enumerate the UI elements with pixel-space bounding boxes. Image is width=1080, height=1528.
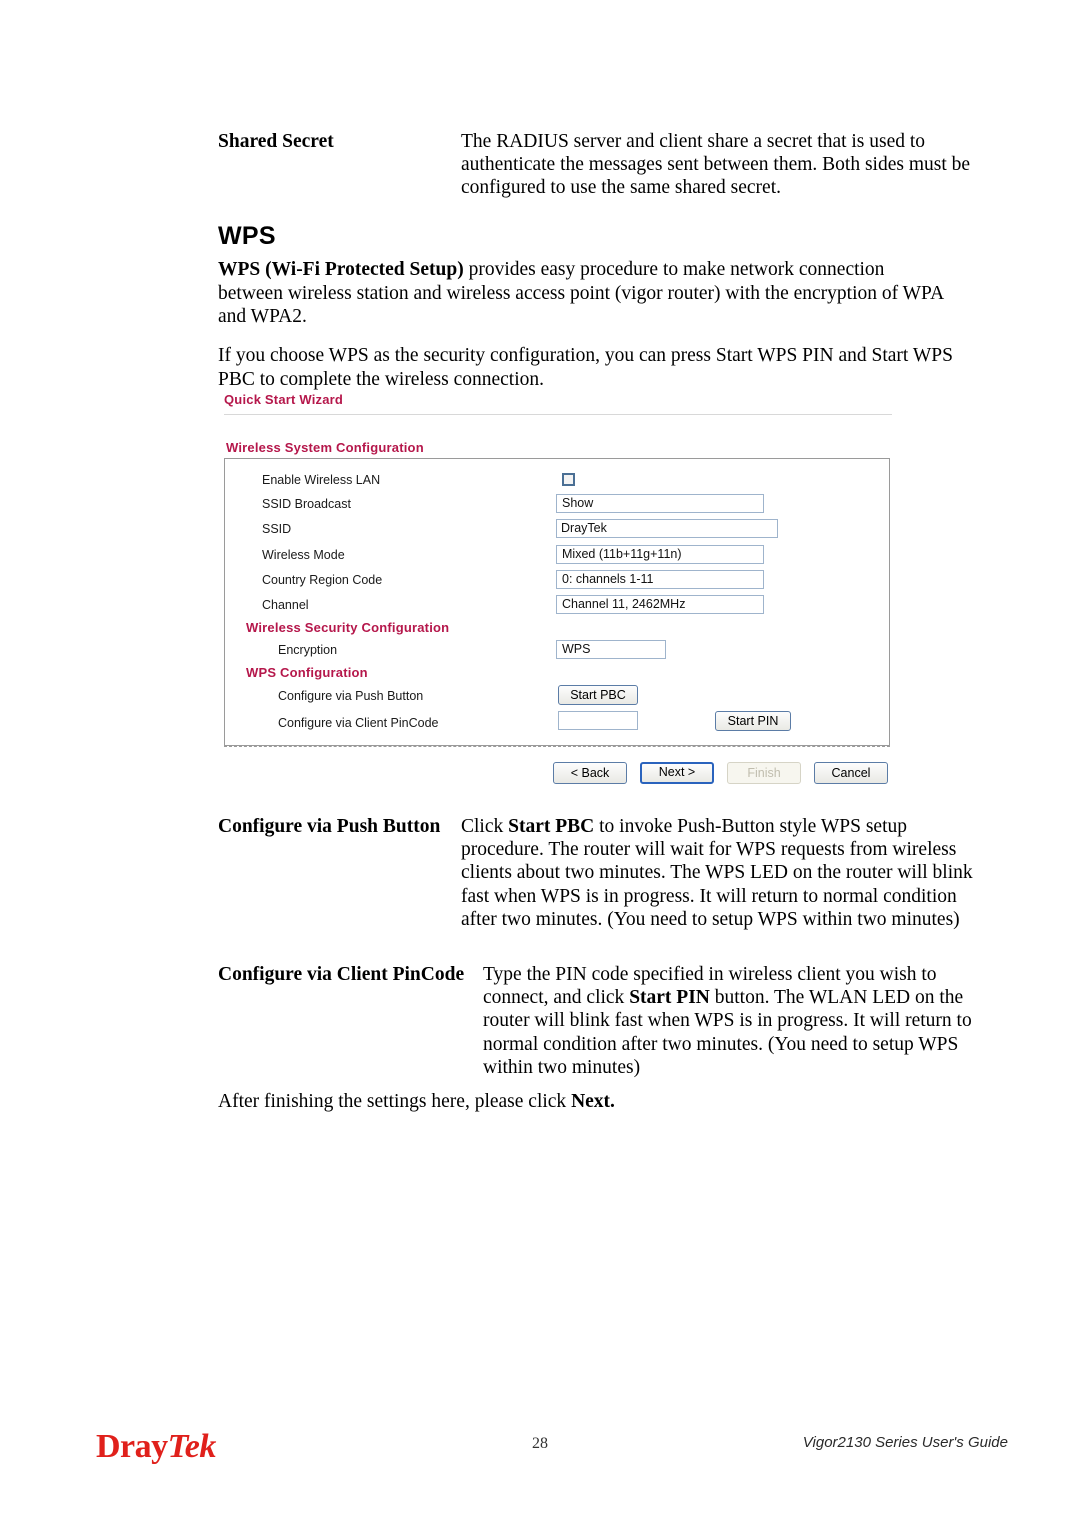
select-channel[interactable]: Channel 11, 2462MHz xyxy=(556,595,764,614)
label-configure-via-client-pincode: Configure via Client PinCode xyxy=(278,716,439,730)
section-wps-configuration: WPS Configuration xyxy=(246,665,368,680)
term-shared-secret: Shared Secret xyxy=(218,131,334,152)
push-button-body-bold: Start PBC xyxy=(508,816,595,837)
panel-bottom-divider xyxy=(224,746,890,747)
definition-configure-via-push-button: Configure via Push Button Click Start PB… xyxy=(218,815,1008,955)
paragraph-wps-note: If you choose WPS as the security config… xyxy=(218,345,953,390)
body-configure-via-client-pincode: Type the PIN code specified in wireless … xyxy=(483,963,988,1079)
embedded-router-screenshot: Quick Start Wizard Wireless System Confi… xyxy=(222,392,894,790)
select-wireless-mode[interactable]: Mixed (11b+11g+11n) xyxy=(556,545,764,564)
paragraph-wps-intro: WPS (Wi-Fi Protected Setup) provides eas… xyxy=(218,258,948,329)
wps-intro-bold: WPS (Wi-Fi Protected Setup) xyxy=(218,259,464,280)
input-ssid[interactable]: DrayTek xyxy=(556,519,778,538)
closing-lead: After finishing the settings here, pleas… xyxy=(218,1091,572,1112)
label-ssid-broadcast: SSID Broadcast xyxy=(262,497,351,511)
cancel-button[interactable]: Cancel xyxy=(814,762,888,784)
definition-configure-via-client-pincode: Configure via Client PinCode Type the PI… xyxy=(218,963,1008,1088)
body-shared-secret: The RADIUS server and client share a sec… xyxy=(461,131,971,199)
paragraph-closing: After finishing the settings here, pleas… xyxy=(218,1090,990,1114)
label-country-region-code: Country Region Code xyxy=(262,573,383,587)
closing-bold: Next. xyxy=(571,1091,615,1112)
document-page: Shared Secret The RADIUS server and clie… xyxy=(0,0,1080,1528)
next-button[interactable]: Next > xyxy=(640,762,714,784)
checkbox-enable-wireless-lan[interactable] xyxy=(562,473,575,486)
footer-guide-title: Vigor2130 Series User's Guide xyxy=(802,1434,1008,1451)
start-pbc-button[interactable]: Start PBC xyxy=(558,685,638,705)
section-wireless-system-configuration: Wireless System Configuration xyxy=(226,440,424,455)
back-button[interactable]: < Back xyxy=(553,762,627,784)
label-ssid: SSID xyxy=(262,522,292,536)
label-configure-via-push-button: Configure via Push Button xyxy=(278,689,424,703)
definition-shared-secret: Shared Secret The RADIUS server and clie… xyxy=(218,130,1008,210)
label-wireless-mode: Wireless Mode xyxy=(262,548,345,562)
client-pincode-body-bold: Start PIN xyxy=(629,987,710,1009)
title-divider xyxy=(224,414,892,415)
label-channel: Channel xyxy=(262,598,309,612)
select-country-region-code[interactable]: 0: channels 1-11 xyxy=(556,570,764,589)
push-button-body-lead: Click xyxy=(461,816,509,837)
body-configure-via-push-button: Click Start PBC to invoke Push-Button st… xyxy=(461,815,991,931)
finish-button: Finish xyxy=(727,762,801,784)
select-ssid-broadcast[interactable]: Show xyxy=(556,494,764,513)
term-configure-via-push-button: Configure via Push Button xyxy=(218,816,441,837)
wizard-title: Quick Start Wizard xyxy=(224,392,344,407)
select-encryption[interactable]: WPS xyxy=(556,640,666,659)
input-client-pincode[interactable] xyxy=(558,711,638,730)
label-encryption: Encryption xyxy=(278,643,338,657)
page-heading-wps: WPS xyxy=(218,222,276,250)
term-configure-via-client-pincode: Configure via Client PinCode xyxy=(218,964,465,985)
section-wireless-security-configuration: Wireless Security Configuration xyxy=(246,620,450,635)
label-enable-wireless-lan: Enable Wireless LAN xyxy=(262,473,381,487)
start-pin-button[interactable]: Start PIN xyxy=(715,711,791,731)
